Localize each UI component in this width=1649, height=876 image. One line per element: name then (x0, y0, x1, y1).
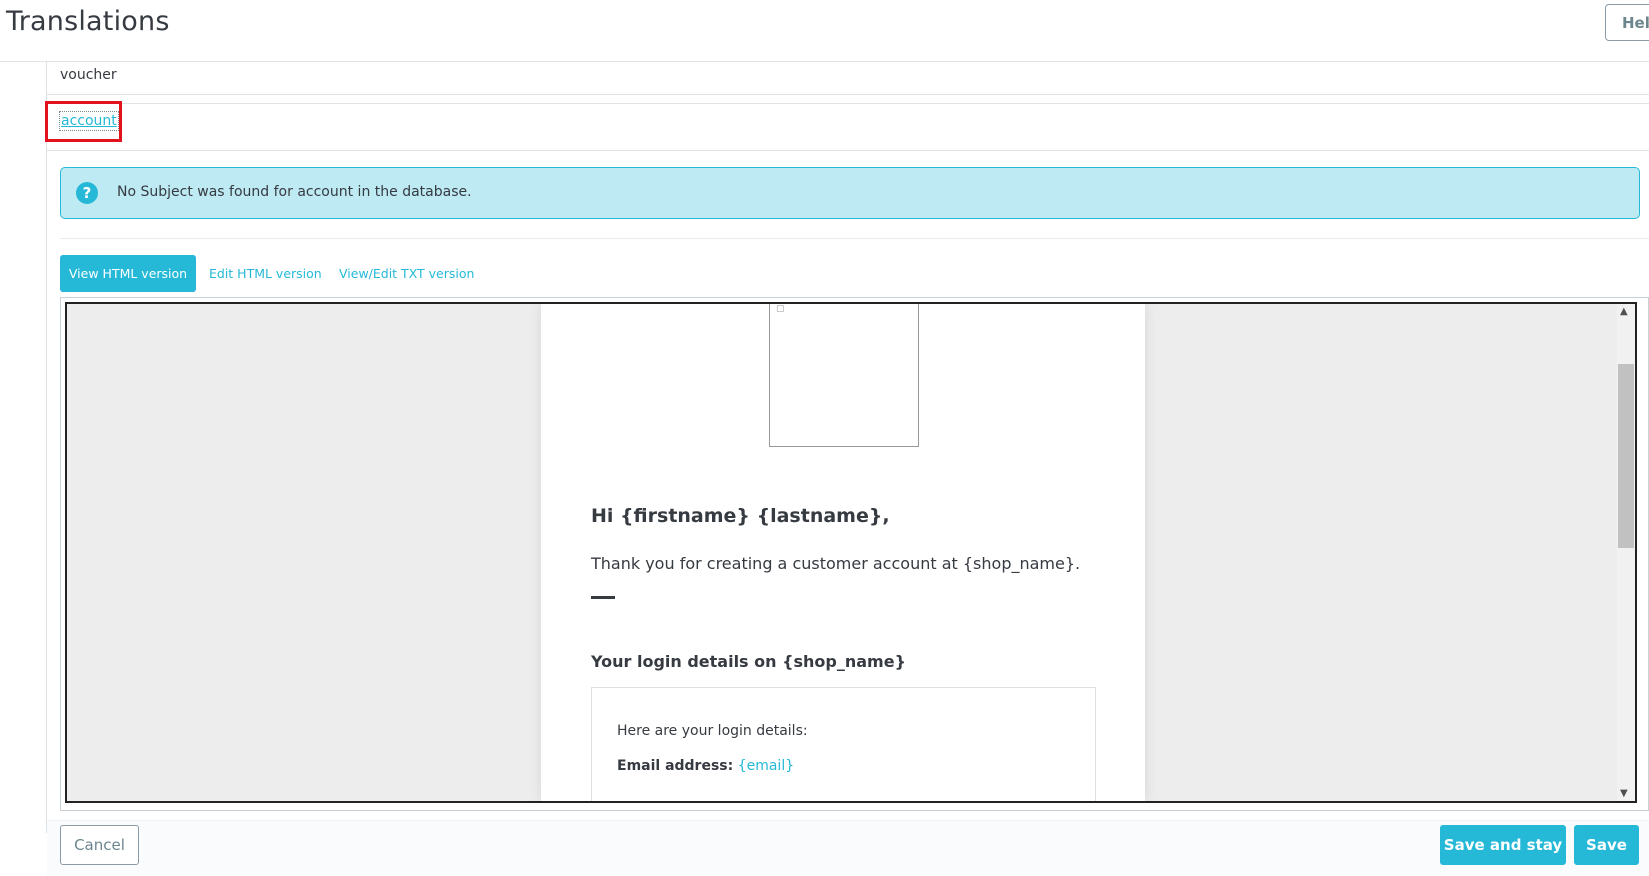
highlight-annotation (45, 101, 122, 142)
shop-logo: ▢ (769, 304, 919, 447)
info-alert: ? No Subject was found for account in th… (60, 167, 1640, 219)
page-title: Translations (6, 6, 170, 37)
email-address-label: Email address: (617, 758, 734, 774)
help-button[interactable]: Help (1605, 4, 1649, 41)
email-greeting: Hi {firstname} {lastname}, (591, 505, 890, 527)
email-address-line: Email address: {email} (617, 758, 794, 774)
tab-edit-html[interactable]: Edit HTML version (209, 255, 322, 292)
broken-image-icon: ▢ (776, 304, 785, 314)
question-circle-icon: ? (76, 182, 98, 204)
email-preview-frame[interactable]: ▢ Hi {firstname} {lastname}, Thank you f… (65, 302, 1637, 803)
content-left-border (46, 61, 47, 833)
alert-message: No Subject was found for account in the … (117, 184, 472, 200)
scrollbar-thumb[interactable] (1618, 364, 1634, 548)
email-divider (591, 596, 615, 599)
tab-view-html[interactable]: View HTML version (60, 255, 196, 292)
tab-edit-txt[interactable]: View/Edit TXT version (339, 255, 474, 292)
scroll-down-arrow-icon[interactable]: ▼ (1620, 788, 1628, 799)
save-button[interactable]: Save (1574, 825, 1639, 865)
form-footer (47, 820, 1649, 876)
email-thanks: Thank you for creating a customer accoun… (591, 554, 1081, 573)
mail-template-label-voucher: voucher (60, 67, 117, 83)
page-header: Translations Help (0, 0, 1649, 62)
preview-scrollbar[interactable]: ▲ ▼ (1617, 304, 1635, 801)
cancel-button[interactable]: Cancel (60, 825, 139, 865)
email-body: ▢ Hi {firstname} {lastname}, Thank you f… (541, 304, 1145, 801)
email-address-value: {email} (737, 758, 795, 774)
login-details-heading: Your login details on {shop_name} (591, 652, 906, 671)
divider (60, 238, 1649, 239)
mail-template-row-voucher[interactable]: voucher (47, 61, 1649, 95)
mail-template-row-account: account (47, 103, 1649, 151)
login-intro: Here are your login details: (617, 723, 808, 739)
login-details-box: Here are your login details: Email addre… (591, 687, 1096, 801)
scroll-up-arrow-icon[interactable]: ▲ (1620, 306, 1628, 317)
save-and-stay-button[interactable]: Save and stay (1440, 825, 1566, 865)
